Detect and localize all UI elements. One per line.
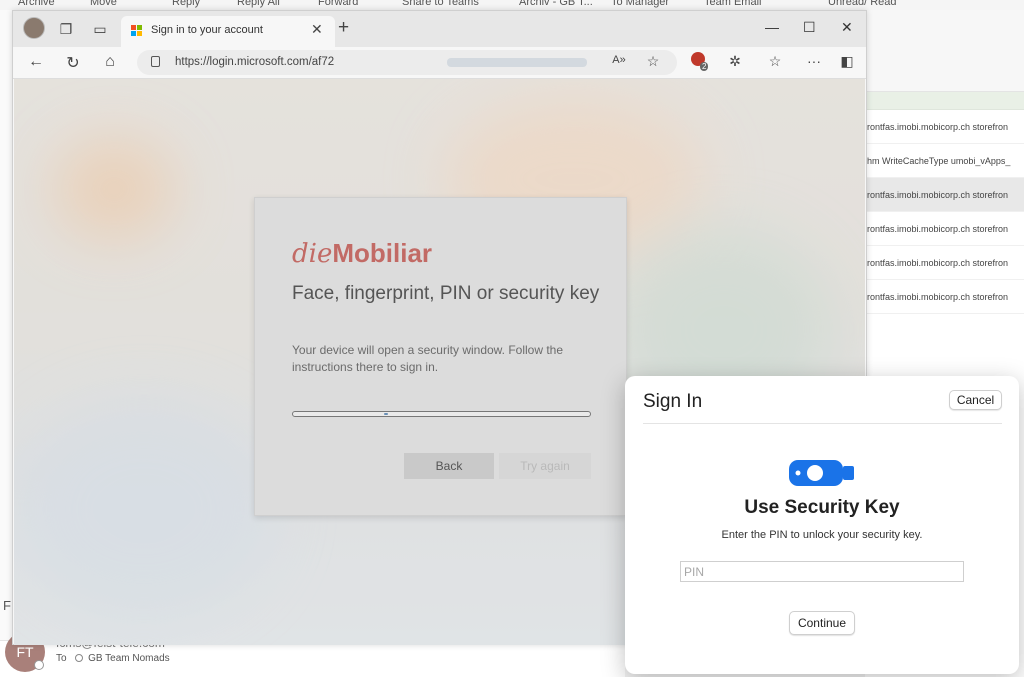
outlook-ribbon: Archive Move Reply Reply All Forward Sha… xyxy=(0,0,1024,10)
maximize-icon[interactable]: ☐ xyxy=(803,19,816,36)
message-row[interactable]: hm WriteCacheType umobi_vApps_ xyxy=(865,144,1024,178)
progress-bar xyxy=(292,411,591,417)
more-menu-icon[interactable]: ··· xyxy=(804,53,824,69)
dialog-divider xyxy=(643,423,1002,424)
minimize-icon[interactable]: — xyxy=(765,19,779,35)
tab-actions-icon[interactable]: ▭ xyxy=(91,20,109,38)
signin-description: Your device will open a security window.… xyxy=(292,343,564,374)
brand-die: die xyxy=(292,239,333,269)
dialog-title: Sign In xyxy=(643,391,703,412)
back-button[interactable]: Back xyxy=(404,453,494,479)
url-field[interactable]: https://login.microsoft.com/af72 A» ☆ xyxy=(137,50,677,75)
address-bar: ← ↻ ⌂ https://login.microsoft.com/af72 A… xyxy=(13,47,866,79)
message-row[interactable]: rontfas.imobi.mobicorp.ch storefron xyxy=(865,178,1024,212)
ribbon-reply-all[interactable]: Reply All xyxy=(237,0,280,8)
new-tab-icon[interactable]: + xyxy=(338,17,349,39)
workspaces-icon[interactable]: ❐ xyxy=(57,20,75,38)
pin-input[interactable] xyxy=(680,561,964,582)
profile-avatar-icon[interactable] xyxy=(23,17,45,39)
signin-title: Face, fingerprint, PIN or security key xyxy=(292,283,600,304)
read-aloud-icon[interactable]: A» xyxy=(609,54,629,66)
message-row[interactable]: rontfas.imobi.mobicorp.ch storefron xyxy=(865,212,1024,246)
refresh-icon[interactable]: ↻ xyxy=(62,53,84,73)
group-icon xyxy=(75,654,84,663)
mail-to-value[interactable]: GB Team Nomads xyxy=(88,653,170,664)
message-row[interactable]: rontfas.imobi.mobicorp.ch storefron xyxy=(865,110,1024,144)
mail-to: To GB Team Nomads xyxy=(56,653,170,664)
dialog-subtitle: Enter the PIN to unlock your security ke… xyxy=(721,529,923,541)
extensions-puzzle-icon[interactable]: ✲ xyxy=(725,53,745,70)
cancel-button[interactable]: Cancel xyxy=(949,390,1002,410)
tab-bar: ❐ ▭ Sign in to your account ✕ + — ☐ ✕ xyxy=(13,11,866,47)
outlook-side-letter: F xyxy=(3,598,11,613)
home-icon[interactable]: ⌂ xyxy=(99,53,121,71)
message-list-band xyxy=(865,92,1024,110)
lock-icon[interactable] xyxy=(151,56,160,67)
tab-close-icon[interactable]: ✕ xyxy=(311,21,323,38)
continue-button[interactable]: Continue xyxy=(789,611,855,635)
ribbon-forward[interactable]: Forward xyxy=(318,0,358,8)
ribbon-team-email[interactable]: Team Email xyxy=(704,0,761,8)
signin-card: dieMobiliar Face, fingerprint, PIN or se… xyxy=(254,197,627,516)
progress-indicator xyxy=(383,413,388,415)
url-redacted xyxy=(447,58,587,67)
mail-to-label: To xyxy=(56,653,67,664)
ribbon-unread-read[interactable]: Unread/ Read xyxy=(828,0,897,8)
presence-icon xyxy=(34,660,44,670)
favorite-star-icon[interactable]: ☆ xyxy=(643,53,663,70)
ribbon-share-teams[interactable]: Share to Teams xyxy=(402,0,479,8)
close-window-icon[interactable]: ✕ xyxy=(841,19,853,36)
ribbon-reply[interactable]: Reply xyxy=(172,0,200,8)
tab-signin[interactable]: Sign in to your account ✕ xyxy=(121,16,335,47)
ribbon-archiv-gb[interactable]: Archiv - GB T... xyxy=(519,0,593,8)
try-again-button[interactable]: Try again xyxy=(499,453,591,479)
message-row[interactable]: rontfas.imobi.mobicorp.ch storefron xyxy=(865,246,1024,280)
sidebar-toggle-icon[interactable]: ◧ xyxy=(837,53,857,70)
back-arrow-icon[interactable]: ← xyxy=(25,53,47,71)
security-key-icon xyxy=(789,460,854,486)
dialog-heading: Use Security Key xyxy=(744,497,900,518)
ribbon-to-manager[interactable]: To Manager xyxy=(611,0,669,8)
message-list-header xyxy=(865,10,1024,92)
favorites-list-icon[interactable]: ☆ xyxy=(765,53,785,70)
security-key-dialog: Sign In Cancel Use Security Key Enter th… xyxy=(625,376,1019,674)
ribbon-move[interactable]: Move xyxy=(90,0,117,8)
extension-count: 2 xyxy=(700,62,709,71)
message-row[interactable]: rontfas.imobi.mobicorp.ch storefron xyxy=(865,280,1024,314)
brand-mobiliar: Mobiliar xyxy=(332,238,433,268)
brand-logo: dieMobiliar xyxy=(292,238,432,269)
url-text: https://login.microsoft.com/af72 xyxy=(175,56,335,68)
microsoft-logo-icon xyxy=(131,25,143,37)
tab-title: Sign in to your account xyxy=(151,24,263,36)
ribbon-archive[interactable]: Archive xyxy=(18,0,55,8)
